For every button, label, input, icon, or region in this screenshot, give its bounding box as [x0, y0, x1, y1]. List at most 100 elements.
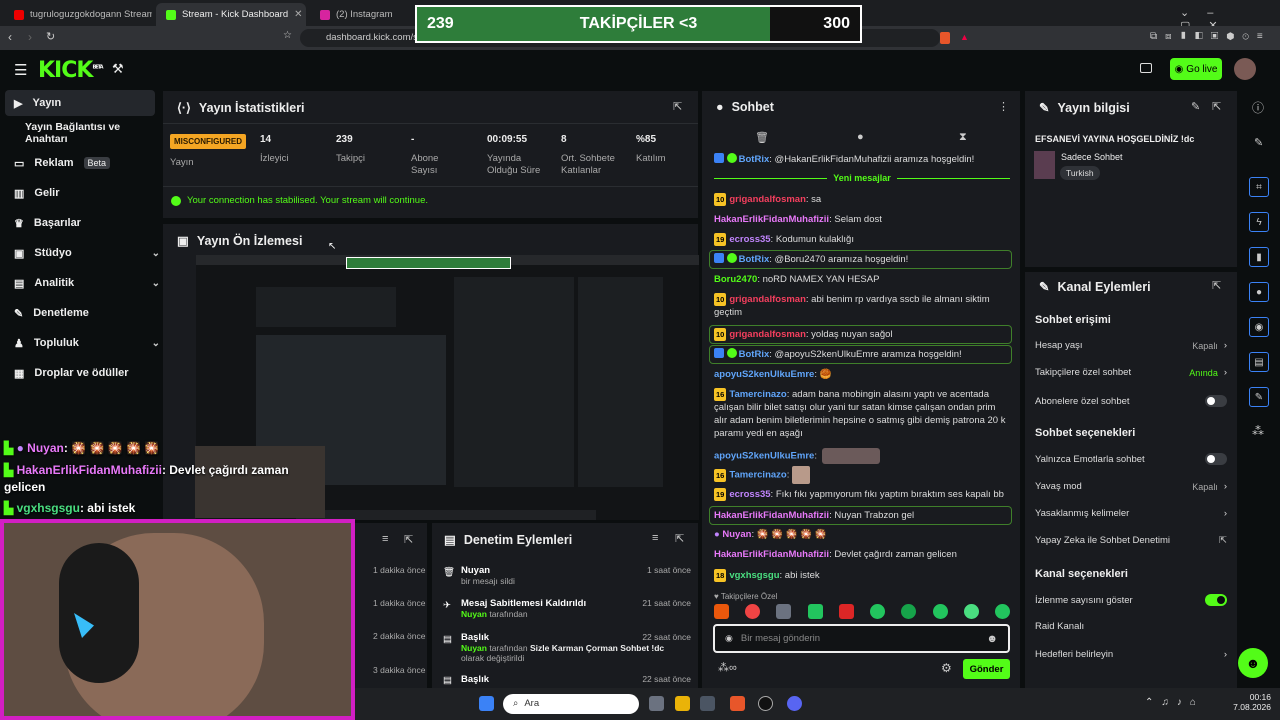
more-icon[interactable]: ⋮: [998, 100, 1009, 113]
sidebar-item-reklam[interactable]: ▭ Reklam Beta: [14, 150, 160, 176]
reload-icon[interactable]: ↻: [46, 30, 55, 43]
tab-kick-dashboard[interactable]: Stream - Kick Dashboard ✕: [156, 3, 306, 26]
chat-bubble-icon[interactable]: ●: [857, 131, 864, 143]
widget-bolt-icon[interactable]: ϟ: [1249, 212, 1269, 232]
taskbar-search[interactable]: ⌕ Ara: [503, 694, 639, 714]
setting-show-viewcount[interactable]: İzlenme sayısını göster: [1035, 594, 1227, 606]
tray-icons[interactable]: ⌃♫♪⌂: [1145, 697, 1204, 708]
kick-logo[interactable]: KICKBETA: [38, 58, 104, 83]
windows-start-icon[interactable]: [479, 696, 494, 711]
widget-document-icon[interactable]: ▮: [1249, 247, 1269, 267]
emote[interactable]: [901, 604, 917, 619]
go-live-button[interactable]: ◉ Go live: [1170, 58, 1222, 80]
pencil-icon[interactable]: ✎: [1254, 136, 1263, 149]
help-chat-button[interactable]: ☻: [1238, 648, 1268, 678]
sidebar-item-stream-key[interactable]: Yayın Bağlantısı ve Anahtarı: [25, 120, 165, 146]
emote[interactable]: [807, 604, 823, 619]
rewards-icon[interactable]: ▲: [960, 32, 969, 42]
sidebar-item-denetleme[interactable]: ✎ Denetleme: [14, 300, 160, 326]
close-icon[interactable]: ✕: [294, 9, 302, 20]
widget-crop-icon[interactable]: ⌗: [1249, 177, 1269, 197]
emote[interactable]: [776, 604, 792, 619]
category-thumbnail: [1034, 151, 1055, 179]
back-icon[interactable]: ‹: [8, 30, 12, 44]
popout-icon[interactable]: ⇱: [1212, 279, 1221, 292]
emote[interactable]: [745, 604, 761, 619]
filter-icon[interactable]: ≡: [382, 533, 388, 545]
setting-ai-moderation[interactable]: Yapay Zeka ile Sohbet Denetimi ⇱: [1035, 535, 1227, 546]
kick-header: [0, 50, 1280, 88]
chat-message: 10 grigandalfosman: abi benim rp vardıya …: [714, 293, 990, 318]
studio-icon[interactable]: [1140, 63, 1152, 73]
widget-wrench-icon[interactable]: ✎: [1249, 387, 1269, 407]
setting-slow-mode[interactable]: Yavaş mod Kapalı ›: [1035, 481, 1227, 492]
setting-followers-only[interactable]: Takipçilere özel sohbet Anında ›: [1035, 367, 1227, 378]
bookmark-icon[interactable]: ☆: [283, 30, 292, 41]
sidebar-item-gelir[interactable]: ▥ Gelir: [14, 180, 160, 206]
obs-icon[interactable]: [758, 696, 773, 711]
hammer-icon[interactable]: ⚒: [112, 61, 124, 77]
discord-icon[interactable]: [787, 696, 802, 711]
emote[interactable]: [963, 604, 979, 619]
sidebar-item-analitik[interactable]: ▤ Analitik ⌄: [14, 270, 160, 296]
brave-icon[interactable]: [730, 696, 745, 711]
toggle-switch[interactable]: [1205, 453, 1227, 465]
gear-icon[interactable]: ⚙: [941, 661, 952, 675]
setting-account-age[interactable]: Hesap yaşı Kapalı ›: [1035, 340, 1227, 351]
edit-icon[interactable]: ✎: [1191, 100, 1200, 113]
tag-pill[interactable]: Turkish: [1060, 166, 1100, 180]
setting-set-goals[interactable]: Hedefleri belirleyin ›: [1035, 649, 1227, 660]
new-messages-divider: Yeni mesajlar: [714, 173, 1011, 183]
sidebar-item-droplar[interactable]: ▦ Droplar ve ödüller: [14, 360, 160, 386]
sidebar-item-topluluk[interactable]: ♟ Topluluk ⌄: [14, 330, 160, 356]
sidebar-item-studyo[interactable]: ▣ Stüdyo ⌄: [14, 240, 160, 266]
chat-input[interactable]: ◉ Bir mesaj gönderin ☻: [713, 624, 1010, 653]
kick-icon: ▙: [4, 463, 14, 477]
preview-chat: [454, 277, 574, 487]
chat-message: HakanErlikFidanMuhafizii: Selam dost: [714, 214, 882, 225]
emoji-icon[interactable]: ☻: [986, 633, 998, 645]
category-name[interactable]: Sadece Sohbet: [1061, 152, 1123, 162]
overlay-chat-line: ▙ vgxhsgsgu: abi istek: [4, 501, 136, 515]
widget-broadcast-icon[interactable]: ◉: [1249, 317, 1269, 337]
community-icon[interactable]: ⁂: [1252, 424, 1264, 438]
setting-raid-channel[interactable]: Raid Kanalı: [1035, 621, 1227, 632]
toggle-switch[interactable]: [1205, 594, 1227, 606]
popout-icon[interactable]: ⇱: [1212, 100, 1221, 113]
toggle-switch[interactable]: [1205, 395, 1227, 407]
widget-chat-icon[interactable]: ●: [1249, 282, 1269, 302]
community-icon[interactable]: ⁂∞: [718, 661, 737, 674]
task-view-icon[interactable]: [649, 696, 664, 711]
widget-list-icon[interactable]: ▤: [1249, 352, 1269, 372]
popout-icon[interactable]: ⇱: [673, 100, 682, 113]
tab-instagram[interactable]: (2) Instagram: [310, 3, 410, 26]
setting-banned-words[interactable]: Yasaklanmış kelimeler ›: [1035, 508, 1227, 519]
filter-icon[interactable]: ≡: [652, 532, 658, 544]
emote[interactable]: [870, 604, 886, 619]
sidebar-item-yayin[interactable]: ▶ Yayın: [5, 90, 155, 116]
emote[interactable]: [932, 604, 948, 619]
forward-icon[interactable]: ›: [28, 30, 32, 44]
extensions-icon[interactable]: ⧉⧈▮◧▣⬢⊙≡: [1150, 31, 1271, 42]
chat-message: BotRix: @apoyuS2kenUlkuEmre aramıza hoşg…: [709, 345, 1012, 364]
emote[interactable]: [994, 604, 1010, 619]
brave-shield-icon[interactable]: [940, 32, 950, 44]
popout-icon[interactable]: ⇱: [404, 533, 413, 546]
file-explorer-icon[interactable]: [675, 696, 690, 711]
emote-tab-label[interactable]: ♥ Takipçilere Özel: [714, 592, 777, 601]
send-button[interactable]: Gönder: [963, 659, 1010, 679]
setting-subscribers-only[interactable]: Abonelere özel sohbet: [1035, 395, 1227, 407]
setting-emote-only[interactable]: Yalnızca Emotlarla sohbet: [1035, 453, 1227, 465]
sidebar-item-basarilar[interactable]: ♛ Başarılar: [14, 210, 160, 236]
trash-icon[interactable]: 🗑: [755, 131, 769, 144]
clock[interactable]: 00:16 7.08.2026: [1225, 692, 1271, 712]
emote[interactable]: [714, 604, 729, 619]
popout-icon[interactable]: ⇱: [675, 532, 684, 545]
info-icon[interactable]: ⓘ: [1252, 99, 1264, 116]
tab-youtube[interactable]: tugruloguzgokdogann Stream - Y: [4, 3, 152, 26]
hourglass-icon[interactable]: ⧗: [959, 131, 967, 144]
menu-icon[interactable]: ☰: [14, 61, 27, 79]
avatar[interactable]: [1234, 58, 1256, 80]
store-icon[interactable]: [700, 696, 715, 711]
emote[interactable]: [838, 604, 854, 619]
